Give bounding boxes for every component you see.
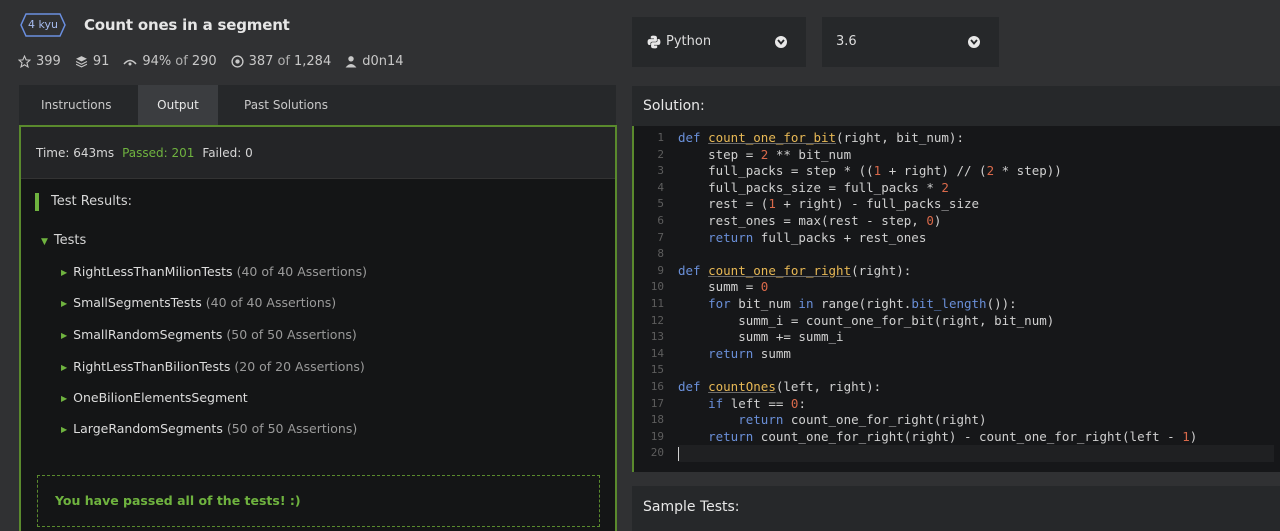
test-name: OneBilionElementsSegment [73,390,248,405]
test-group-item[interactable]: ▶ SmallRandomSegments (50 of 50 Assertion… [61,327,357,342]
code-line: rest = (1 + right) - full_packs_size [678,196,980,212]
tab-past-solutions[interactable]: Past Solutions [244,85,328,125]
test-assertions: (20 of 20 Assertions) [234,359,365,374]
code-line: return summ [708,345,791,361]
caret-down-icon: ▼ [41,237,48,247]
completed-total: 1,284 [294,54,332,69]
code-line: step = 2 ** bit_num [678,146,852,162]
line-numbers: 1 2 3 4 5 6 7 8 9 10 11 12 13 14 15 16 17 18 19 20 [650,131,664,460]
left-panel-tabs: Instructions Output Past Solutions [19,85,616,125]
kata-stats: 399 91 94% of 290 387 of 1,284 d0n14 [18,54,418,69]
tests-group-toggle[interactable]: ▼ Tests [41,233,86,248]
test-group-item[interactable]: ▶ RightLessThanBilionTests (20 of 20 Asse… [61,359,365,374]
code-line: if left == 0: [708,395,806,411]
solution-header: Solution: [632,86,1280,126]
caret-right-icon: ▶ [61,299,68,308]
kata-title[interactable]: Count ones in a segment [84,16,290,34]
passed-count: Passed: 201 [122,146,195,160]
language-select[interactable]: Python [632,17,806,67]
author-name: d0n14 [362,54,404,69]
caret-right-icon: ▶ [61,394,68,403]
code-line: def countOnes(left, right): [678,378,882,394]
code-line: summ = 0 [678,279,769,295]
test-name: SmallSegmentsTests [73,295,202,310]
satisfaction-percent: 94% [142,54,172,69]
output-panel: Time: 643ms Passed: 201 Failed: 0 Test Res… [19,125,617,531]
tab-output[interactable]: Output [138,85,218,125]
test-name: RightLessThanMilionTests [73,264,233,279]
test-name: SmallRandomSegments [73,327,223,342]
code-line: summ += summ_i [678,329,844,345]
stars-count: 399 [36,54,61,69]
rank-label: 4 kyu [28,18,58,31]
code-line: def count_one_for_right(right): [678,262,912,278]
text-cursor [678,446,679,461]
test-name: LargeRandomSegments [73,421,223,436]
collections-stat[interactable]: 91 [75,54,110,69]
test-group-item[interactable]: ▶ SmallSegmentsTests (40 of 40 Assertions… [61,295,336,310]
caret-right-icon: ▶ [61,363,68,372]
collections-count: 91 [92,54,110,69]
version-select[interactable]: 3.6 [822,17,999,67]
code-line: full_packs_size = full_packs * 2 [678,179,949,195]
caret-right-icon: ▶ [61,268,68,277]
code-content[interactable]: def count_one_for_bit(right, bit_num): s… [678,130,1274,462]
code-line: return full_packs + rest_ones [708,229,927,245]
failed-count: Failed: 0 [202,146,253,160]
test-assertions: (50 of 50 Assertions) [226,327,357,342]
python-icon [647,35,661,49]
test-assertions: (40 of 40 Assertions) [205,295,337,310]
star-icon [18,55,31,68]
caret-right-icon: ▶ [61,331,68,340]
version-label: 3.6 [836,34,857,49]
layers-icon [75,56,87,68]
test-group-item[interactable]: ▶ RightLessThanMilionTests (40 of 40 Asse… [61,264,367,279]
test-assertions: (50 of 50 Assertions) [226,421,358,436]
target-icon [231,55,244,68]
completed-separator: of [277,54,290,69]
tab-instructions[interactable]: Instructions [41,85,111,125]
test-group-item[interactable]: ▶ OneBilionElementsSegment [61,390,248,405]
completed-count: 387 [248,54,274,69]
code-line-current [678,445,1274,462]
language-label: Python [666,34,712,49]
test-summary: Time: 643ms Passed: 201 Failed: 0 [21,127,615,179]
code-line: return count_one_for_right(right) - coun… [708,428,1198,444]
test-name: RightLessThanBilionTests [73,359,231,374]
sample-tests-header[interactable]: Sample Tests: [632,486,1280,531]
rank-badge: 4 kyu [20,13,66,37]
code-line: full_packs = step * ((1 + right) // (2 *… [678,163,1062,179]
test-results-heading: Test Results: [35,193,132,211]
user-icon [345,56,357,68]
satisfaction-separator: of [175,54,188,69]
code-line: rest_ones = max(rest - step, 0) [678,212,942,228]
code-editor[interactable]: 1 2 3 4 5 6 7 8 9 10 11 12 13 14 15 16 17 18 19 20 def coun… [632,126,1280,472]
chevron-down-icon [968,36,980,48]
code-line: for bit_num in range(right.bit_length())… [708,295,1017,311]
code-line: return count_one_for_right(right) [738,412,987,428]
stars-stat[interactable]: 399 [18,54,61,69]
satisfaction-stat: 94% of 290 [123,54,217,69]
success-message: You have passed all of the tests! :) [37,475,600,527]
chevron-down-icon [775,36,787,48]
run-time: Time: 643ms [36,146,115,160]
test-assertions: (40 of 40 Assertions) [236,264,367,279]
code-line: summ_i = count_one_for_bit(right, bit_nu… [678,312,1055,328]
author-stat[interactable]: d0n14 [345,54,404,69]
thumbs-rating-icon [123,59,137,65]
completed-stat: 387 of 1,284 [231,54,332,69]
code-line: def count_one_for_bit(right, bit_num): [678,130,964,145]
test-group-item[interactable]: ▶ LargeRandomSegments (50 of 50 Assertion… [61,421,357,436]
satisfaction-total: 290 [191,54,217,69]
tests-group-label: Tests [53,233,87,248]
caret-right-icon: ▶ [61,425,68,434]
